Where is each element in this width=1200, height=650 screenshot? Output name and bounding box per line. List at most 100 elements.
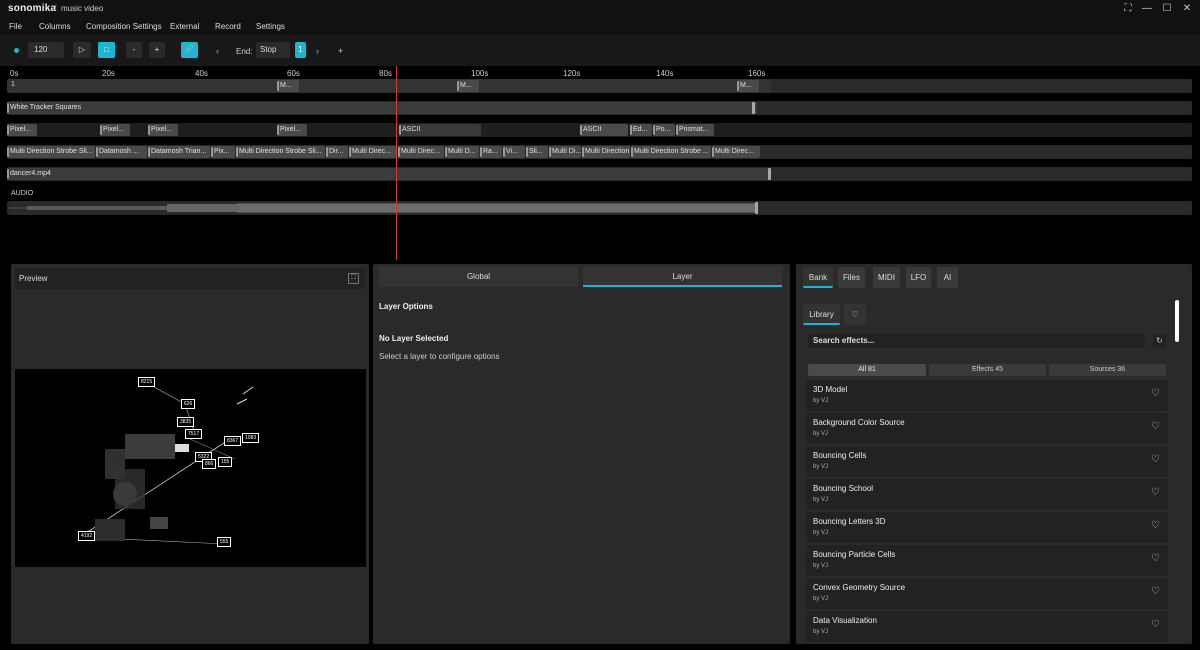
timeline-clip[interactable]: Multi Di... bbox=[549, 146, 581, 158]
fullscreen-icon[interactable]: ⛶ bbox=[1121, 2, 1135, 15]
timeline-clip[interactable]: ASCII bbox=[399, 124, 481, 136]
next-icon[interactable]: › bbox=[316, 46, 319, 56]
timeline-clip[interactable]: Sli... bbox=[526, 146, 548, 158]
favorites-heart-icon[interactable]: ♡ bbox=[844, 304, 866, 325]
timeline-clip[interactable]: Ed... bbox=[630, 124, 652, 136]
tab-files[interactable]: Files bbox=[838, 267, 865, 288]
timeline-clip[interactable]: Multi D... bbox=[445, 146, 479, 158]
maximize-button[interactable]: ☐ bbox=[1160, 2, 1174, 15]
heart-icon[interactable]: ♡ bbox=[1151, 421, 1160, 432]
track-1[interactable]: 1 M... M... M... bbox=[7, 79, 1192, 93]
timeline-clip[interactable]: Multi Direc... bbox=[712, 146, 760, 158]
timeline-clip[interactable]: M... bbox=[277, 80, 299, 92]
clip-handle[interactable] bbox=[752, 102, 755, 114]
timeline-clip[interactable]: Vi... bbox=[503, 146, 525, 158]
filter-all[interactable]: All 81 bbox=[808, 364, 926, 376]
heart-icon[interactable]: ♡ bbox=[1151, 520, 1160, 531]
timeline-clip[interactable]: Multi Direc... bbox=[349, 146, 397, 158]
tab-layer[interactable]: Layer bbox=[583, 266, 782, 287]
tab-lfo[interactable]: LFO bbox=[906, 267, 931, 288]
effect-author: by VJ bbox=[813, 431, 829, 437]
track-dancer[interactable]: dancer4.mp4 bbox=[7, 167, 1192, 181]
add-icon[interactable]: + bbox=[338, 46, 343, 56]
timeline-clip[interactable]: Dir... bbox=[326, 146, 348, 158]
timeline-clip[interactable]: Po... bbox=[653, 124, 675, 136]
bpm-input[interactable]: 120 bbox=[28, 42, 64, 58]
timeline-clip[interactable]: ASCII bbox=[580, 124, 628, 136]
timeline-clip[interactable]: M... bbox=[737, 80, 759, 92]
preview-canvas: 8215 626 3835 7517 8367 1083 5322 866 15… bbox=[15, 369, 366, 567]
timeline-clip[interactable]: Pix... bbox=[211, 146, 235, 158]
track-effects-b[interactable]: Multi Direction Strobe Sli... Datamosh .… bbox=[7, 145, 1192, 159]
timeline-clip[interactable]: Multi Direction Strobe Sli... bbox=[236, 146, 325, 158]
effect-item[interactable]: Bouncing Particle Cells by VJ ♡ bbox=[806, 545, 1168, 576]
playhead[interactable] bbox=[396, 66, 397, 260]
tab-midi[interactable]: MIDI bbox=[873, 267, 900, 288]
clip-handle[interactable] bbox=[768, 168, 771, 180]
effect-item[interactable]: 3D Model by VJ ♡ bbox=[806, 380, 1168, 411]
menu-composition-settings[interactable]: Composition Settings bbox=[86, 22, 162, 31]
play-button[interactable]: ▷ bbox=[73, 42, 91, 58]
menu-external[interactable]: External bbox=[170, 22, 199, 31]
timeline-clip[interactable]: Multi Direc... bbox=[398, 146, 444, 158]
heart-icon[interactable]: ♡ bbox=[1151, 553, 1160, 564]
stop-button[interactable]: □ bbox=[98, 42, 115, 58]
increase-button[interactable]: + bbox=[149, 42, 165, 58]
end-select[interactable]: Stop bbox=[256, 42, 290, 58]
menu-file[interactable]: File bbox=[9, 22, 22, 31]
effect-item[interactable]: Background Color Source by VJ ♡ bbox=[806, 413, 1168, 444]
heart-icon[interactable]: ♡ bbox=[1151, 586, 1160, 597]
audio-label: AUDIO bbox=[11, 190, 34, 197]
filter-sources[interactable]: Sources 36 bbox=[1049, 364, 1166, 376]
timeline-clip[interactable]: Pixel... bbox=[100, 124, 130, 136]
timeline-clip[interactable]: Multi Direction Strobe ... bbox=[631, 146, 711, 158]
effect-item[interactable]: Data Visualization by VJ ♡ bbox=[806, 611, 1168, 642]
heart-icon[interactable]: ♡ bbox=[1151, 487, 1160, 498]
heart-icon[interactable]: ♡ bbox=[1151, 454, 1160, 465]
timeline-clip[interactable]: Prismat... bbox=[676, 124, 714, 136]
decrease-button[interactable]: - bbox=[126, 42, 142, 58]
timeline-clip[interactable]: Pixel... bbox=[7, 124, 37, 136]
audio-track[interactable] bbox=[7, 201, 1192, 215]
timeline-clip[interactable]: Pixel... bbox=[148, 124, 178, 136]
menu-columns[interactable]: Columns bbox=[39, 22, 71, 31]
filter-effects[interactable]: Effects 45 bbox=[929, 364, 1046, 376]
timeline-clip[interactable]: Multi Direction Strobe Sli... bbox=[7, 146, 95, 158]
tab-ai[interactable]: AI bbox=[937, 267, 958, 288]
counter-badge[interactable]: 1 bbox=[295, 42, 306, 58]
effect-item[interactable]: Bouncing School by VJ ♡ bbox=[806, 479, 1168, 510]
tab-bank[interactable]: Bank bbox=[803, 267, 833, 288]
tab-library[interactable]: Library bbox=[803, 304, 840, 325]
heart-icon[interactable]: ♡ bbox=[1151, 619, 1160, 630]
prev-icon[interactable]: ‹ bbox=[216, 46, 219, 56]
timeline-clip[interactable]: Datamosh ... bbox=[96, 146, 147, 158]
timeline-clip[interactable]: Datamosh Trian... bbox=[148, 146, 210, 158]
link-icon[interactable]: 🔗 bbox=[181, 42, 198, 58]
effect-item[interactable]: Bouncing Letters 3D by VJ ♡ bbox=[806, 512, 1168, 543]
minimize-button[interactable]: — bbox=[1140, 2, 1154, 15]
clip-handle[interactable] bbox=[755, 202, 758, 214]
timeline-clip[interactable]: White Tracker Squares bbox=[7, 102, 757, 114]
effect-author: by VJ bbox=[813, 398, 829, 404]
timeline-clip[interactable]: Multi Direction bbox=[582, 146, 630, 158]
transport-bar: 120 ▷ □ - + 🔗 ‹ End: Stop 1 › + bbox=[0, 35, 1200, 66]
timeline-clip[interactable]: dancer4.mp4 bbox=[7, 168, 771, 180]
effect-item[interactable]: Bouncing Cells by VJ ♡ bbox=[806, 446, 1168, 477]
timeline-clip[interactable]: Ra... bbox=[480, 146, 502, 158]
track-white-tracker[interactable]: White Tracker Squares bbox=[7, 101, 1192, 115]
refresh-icon[interactable]: ↻ bbox=[1153, 334, 1166, 348]
preview-header: Preview ⛶ bbox=[15, 268, 365, 289]
scrollbar-thumb[interactable] bbox=[1175, 300, 1179, 342]
menu-settings[interactable]: Settings bbox=[256, 22, 285, 31]
effect-item[interactable]: Convex Geometry Source by VJ ♡ bbox=[806, 578, 1168, 609]
timeline-clip[interactable]: M... bbox=[457, 80, 479, 92]
menu-record[interactable]: Record bbox=[215, 22, 241, 31]
expand-icon[interactable]: ⛶ bbox=[348, 273, 359, 284]
graph-node: 1083 bbox=[242, 433, 260, 443]
tab-global[interactable]: Global bbox=[379, 266, 578, 287]
effects-search-input[interactable]: Search effects... bbox=[808, 334, 1145, 348]
close-button[interactable]: ✕ bbox=[1180, 2, 1194, 15]
timeline-clip[interactable]: Pixel... bbox=[277, 124, 307, 136]
heart-icon[interactable]: ♡ bbox=[1151, 388, 1160, 399]
track-effects-a[interactable]: Pixel... Pixel... Pixel... Pixel... ASCI… bbox=[7, 123, 1192, 137]
